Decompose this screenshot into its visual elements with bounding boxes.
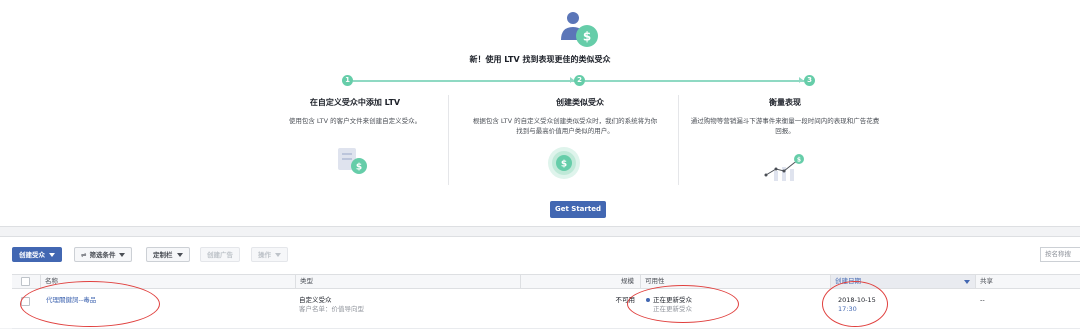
svg-text:$: $ [356,163,362,173]
step-2-title: 创建类似受众 [556,98,604,107]
step-divider-2 [678,95,679,185]
svg-text:$: $ [583,30,591,44]
step-2-description: 根据包含 LTV 的自定义受众创建类似受众时，我们的系统将为你找到与最高价值用户… [472,117,658,135]
sort-desc-icon [964,280,970,284]
table-header: 名称 类型 规模 可用性 创建日期 共享 [12,274,1080,289]
progress-track-2 [585,80,804,82]
filter-button[interactable]: ⇌ 筛选条件 [74,247,133,262]
actions-label: 操作 [258,251,271,259]
filter-icon: ⇌ [81,251,87,259]
annotation-circle-availability [627,285,739,323]
chevron-down-icon [49,253,55,257]
columns-label: 定制栏 [153,251,173,259]
banner-headline: 新！使用 LTV 找到表现更佳的类似受众 [469,55,611,64]
progress-track-1 [353,80,576,82]
step-1-title: 在自定义受众中添加 LTV [309,98,401,107]
user-money-icon: $ [561,12,598,47]
column-header-size[interactable]: 规模 [520,275,640,288]
svg-text:$: $ [561,160,567,170]
step-3-title: 衡量表现 [769,98,801,107]
step-1-number: 1 [342,75,353,86]
search-input[interactable]: 按名称搜 [1040,247,1080,262]
svg-text:$: $ [797,157,801,164]
lookalike-target-icon: $ [548,147,580,179]
performance-chart-icon: $ [764,154,804,181]
filter-label: 筛选条件 [89,251,116,259]
customer-file-icon: $ [338,148,367,174]
step-2-number: 2 [574,75,585,86]
audience-type-subtext: 客户名单：价值导向型 [299,305,364,313]
annotation-circle-date [822,281,888,327]
actions-button[interactable]: 操作 [251,247,288,262]
step-3-description: 通过购物等营销漏斗下游事件来衡量一段时间内的表现和广告花费回报。 [690,117,880,135]
create-ad-button[interactable]: 创建广告 [200,247,240,262]
step-3-number: 3 [804,75,815,86]
table-row[interactable]: 代理關鍵詞--毒品 自定义受众 客户名单：价值导向型 不可用 正在更新受众 正在… [12,288,1080,329]
annotation-circle-name [20,281,160,327]
chevron-down-icon [119,253,126,257]
audiences-panel: 创建受众 ⇌ 筛选条件 定制栏 创建广告 操作 按名称搜 名称 类型 规模 可用性… [0,236,1080,329]
step-divider-1 [448,95,449,185]
chevron-down-icon [275,253,281,257]
columns-button[interactable]: 定制栏 [146,247,190,262]
step-1-description: 使用包含 LTV 的客户文件来创建自定义受众。 [288,117,422,125]
select-all-checkbox[interactable] [21,277,30,286]
create-audience-button[interactable]: 创建受众 [12,247,62,262]
audience-type: 自定义受众 [299,296,332,304]
progress-arrow-2 [799,77,803,83]
ltv-promo-banner: $ 新！使用 LTV 找到表现更佳的类似受众 1 2 3 在自定义受众中添加 L… [0,0,1080,227]
column-header-sharing[interactable]: 共享 [975,275,1080,288]
column-header-type[interactable]: 类型 [295,275,520,288]
sharing-value: -- [980,296,985,304]
get-started-button[interactable]: Get Started [550,201,606,218]
create-audience-label: 创建受众 [19,251,45,259]
chevron-down-icon [176,253,183,257]
